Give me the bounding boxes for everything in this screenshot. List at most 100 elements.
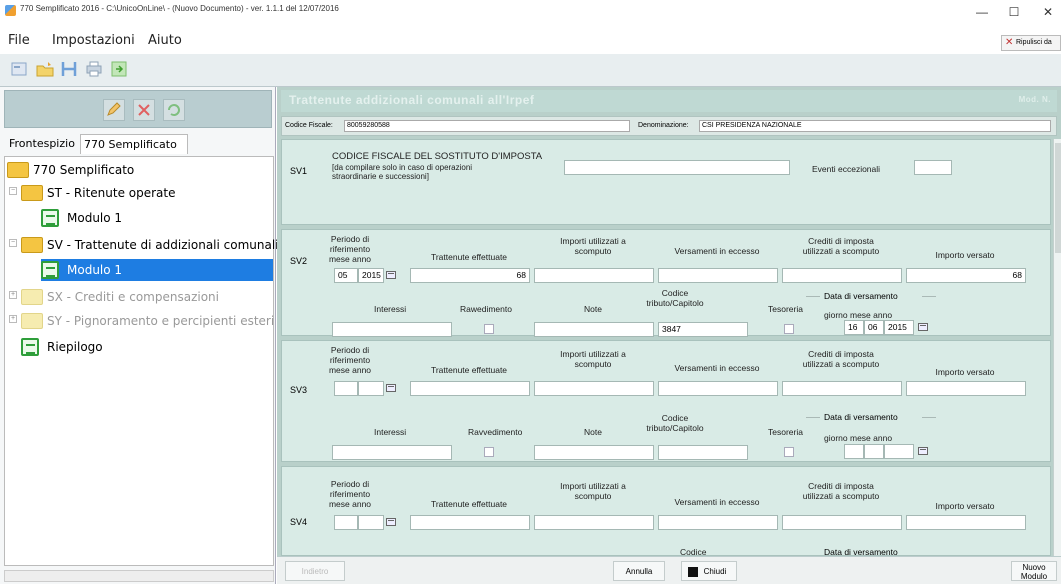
sv3-mese-input[interactable]	[334, 381, 358, 396]
sv3-importi-input[interactable]	[534, 381, 654, 396]
crediti-header: Crediti di imposta utilizzati a scomputo	[802, 349, 880, 369]
sv1-codice-fiscale-input[interactable]	[564, 160, 790, 175]
menu-impostazioni[interactable]: Impostazioni	[52, 33, 135, 48]
sv3-codice-tributo-input[interactable]	[658, 445, 748, 460]
bottom-bar: Indietro Annulla Chiudi Nuovo Modulo	[277, 556, 1061, 584]
new-document-icon[interactable]	[10, 60, 28, 78]
menu-aiuto[interactable]: Aiuto	[148, 33, 182, 48]
module-navigator[interactable]: Mod. N.	[1019, 95, 1051, 104]
document-icon	[41, 261, 59, 279]
vertical-scrollbar[interactable]	[1053, 139, 1061, 559]
periodo-header: Periodo di riferimento mese anno	[328, 345, 372, 375]
sv2-anno-versamento-input[interactable]: 2015	[884, 320, 914, 335]
calendar-icon[interactable]	[918, 447, 928, 455]
tree-item-sv-modulo[interactable]: Modulo 1	[41, 259, 273, 281]
maximize-button[interactable]: ☐	[1002, 2, 1026, 22]
refresh-icon[interactable]	[163, 99, 185, 121]
scrollbar-thumb[interactable]	[1055, 143, 1061, 253]
divider	[806, 417, 820, 418]
sv2-mese-input[interactable]: 05	[334, 268, 358, 283]
edit-icon[interactable]	[103, 99, 125, 121]
sv3-giorno-input[interactable]	[844, 444, 864, 459]
sv2-crediti-input[interactable]	[782, 268, 902, 283]
versamenti-header: Versamenti in eccesso	[674, 497, 760, 507]
calendar-icon[interactable]	[918, 323, 928, 331]
sv3-importo-versato-input[interactable]	[906, 381, 1026, 396]
ripulisci-button[interactable]: Ripulisci da	[1001, 35, 1061, 51]
interessi-header: Interessi	[374, 304, 407, 314]
sv2-trattenute-input[interactable]: 68	[410, 268, 530, 283]
sv2-interessi-input[interactable]	[332, 322, 452, 337]
annulla-button[interactable]: Annulla	[613, 561, 665, 581]
sv2-note-input[interactable]	[534, 322, 654, 337]
minimize-button[interactable]: —	[970, 2, 994, 22]
sv3-trattenute-input[interactable]	[410, 381, 530, 396]
tree-toolbar	[4, 90, 272, 128]
tab-frontespizio[interactable]: Frontespizio	[6, 134, 80, 154]
codice-fiscale-value: 80059280588	[344, 120, 630, 132]
title-bar: 770 Semplificato 2016 - C:\UnicoOnLine\ …	[0, 0, 1061, 30]
sv2-importi-input[interactable]	[534, 268, 654, 283]
sv3-ravvedimento-checkbox[interactable]	[484, 447, 494, 457]
tesoreria-header: Tesoreria	[768, 304, 803, 314]
sv4-mese-input[interactable]	[334, 515, 358, 530]
sv2-codice-tributo-input[interactable]: 3847	[658, 322, 748, 337]
sv2-ravvedimento-checkbox[interactable]	[484, 324, 494, 334]
tab-770-semplificato[interactable]: 770 Semplificato	[80, 134, 188, 154]
importo-versato-header: Importo versato	[935, 501, 995, 511]
calendar-icon[interactable]	[386, 271, 396, 279]
sv1-section: SV1 CODICE FISCALE DEL SOSTITUTO D'IMPOS…	[281, 139, 1051, 225]
trattenute-header: Trattenute effettuate	[430, 365, 508, 375]
sv4-crediti-input[interactable]	[782, 515, 902, 530]
ravvedimento-header: Rawedimento	[460, 304, 512, 314]
open-folder-icon[interactable]	[36, 60, 54, 78]
sv3-anno-input[interactable]	[358, 381, 384, 396]
sv3-versamenti-input[interactable]	[658, 381, 778, 396]
sv2-anno-input[interactable]: 2015	[358, 268, 384, 283]
print-icon[interactable]	[85, 60, 103, 78]
sv2-mese-versamento-input[interactable]: 06	[864, 320, 884, 335]
sv2-versamenti-input[interactable]	[658, 268, 778, 283]
sv3-anno-versamento-input[interactable]	[884, 444, 914, 459]
nuovo-modulo-button[interactable]: Nuovo Modulo	[1011, 561, 1057, 581]
menu-file[interactable]: File	[8, 33, 30, 48]
sv4-anno-input[interactable]	[358, 515, 384, 530]
sv2-code: SV2	[290, 256, 308, 266]
sv4-code: SV4	[290, 517, 308, 527]
sv3-crediti-input[interactable]	[782, 381, 902, 396]
sv3-note-input[interactable]	[534, 445, 654, 460]
sv3-interessi-input[interactable]	[332, 445, 452, 460]
divider	[922, 296, 936, 297]
crediti-header: Crediti di imposta utilizzati a scomputo	[802, 236, 880, 256]
sv4-importo-versato-input[interactable]	[906, 515, 1026, 530]
sv2-importo-versato-input[interactable]: 68	[906, 268, 1026, 283]
sv3-code: SV3	[290, 385, 308, 395]
save-icon[interactable]	[60, 60, 78, 78]
sv4-importi-input[interactable]	[534, 515, 654, 530]
export-icon[interactable]	[110, 60, 128, 78]
section-title: Trattenute addizionali comunali all'Irpe…	[281, 90, 1057, 112]
sv4-trattenute-input[interactable]	[410, 515, 530, 530]
expand-sv-icon[interactable]: −	[9, 239, 17, 247]
calendar-icon[interactable]	[386, 518, 396, 526]
sv2-section: SV2 Periodo di riferimento mese anno Tratt…	[281, 229, 1051, 337]
eventi-select[interactable]	[914, 160, 952, 175]
sv3-tesoreria-checkbox[interactable]	[784, 447, 794, 457]
sv2-giorno-input[interactable]: 16	[844, 320, 864, 335]
sv2-tesoreria-checkbox[interactable]	[784, 324, 794, 334]
indietro-button[interactable]: Indietro	[285, 561, 345, 581]
sv3-mese-versamento-input[interactable]	[864, 444, 884, 459]
expand-sy-icon[interactable]: +	[9, 315, 17, 323]
delete-icon[interactable]	[133, 99, 155, 121]
tesoreria-header: Tesoreria	[768, 427, 803, 437]
expand-sx-icon[interactable]: +	[9, 291, 17, 299]
expand-st-icon[interactable]: −	[9, 187, 17, 195]
close-button[interactable]: ✕	[1036, 2, 1060, 22]
importo-versato-header: Importo versato	[935, 250, 995, 260]
calendar-icon[interactable]	[386, 384, 396, 392]
sv4-versamenti-input[interactable]	[658, 515, 778, 530]
chiudi-button[interactable]: Chiudi	[681, 561, 737, 581]
horizontal-scrollbar[interactable]	[4, 570, 274, 582]
giorno-mese-anno-header: giorno mese anno	[824, 310, 893, 320]
folder-icon	[21, 313, 43, 329]
